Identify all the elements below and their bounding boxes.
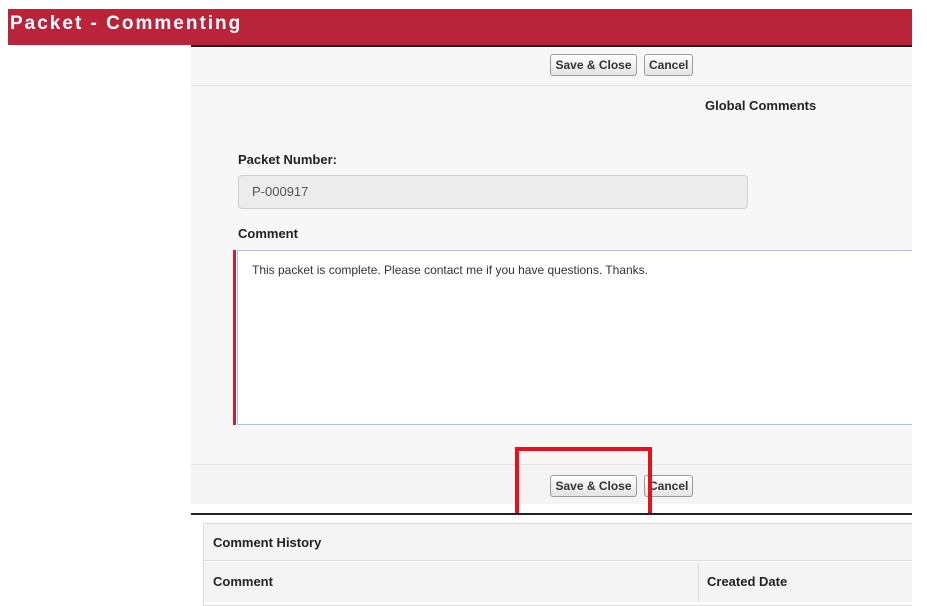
window-title-bar: Packet - Commenting xyxy=(8,9,912,45)
required-indicator xyxy=(233,250,236,425)
packet-number-label: Packet Number: xyxy=(238,152,337,167)
packet-number-field: P-000917 xyxy=(238,175,748,209)
column-header-comment[interactable]: Comment xyxy=(204,562,698,602)
window-title: Packet - Commenting xyxy=(10,13,243,34)
save-close-button-top[interactable]: Save & Close xyxy=(550,54,637,76)
comment-history-header-row: Comment Created Date xyxy=(204,562,912,602)
section-title: Global Comments xyxy=(705,98,817,113)
top-button-bar: Save & Close Cancel xyxy=(191,47,912,86)
column-header-created-date[interactable]: Created Date xyxy=(698,562,913,602)
comment-history-table: Comment History Comment Created Date xyxy=(203,523,912,606)
comment-history-title: Comment History xyxy=(204,524,912,561)
cancel-button-top[interactable]: Cancel xyxy=(644,54,693,76)
comment-textarea[interactable]: This packet is complete. Please contact … xyxy=(237,250,912,425)
comment-form-panel: Save & Close Cancel Global Comments Pack… xyxy=(191,45,912,504)
comment-history-section: Comment History Comment Created Date xyxy=(191,513,912,606)
comment-label: Comment xyxy=(238,226,298,241)
